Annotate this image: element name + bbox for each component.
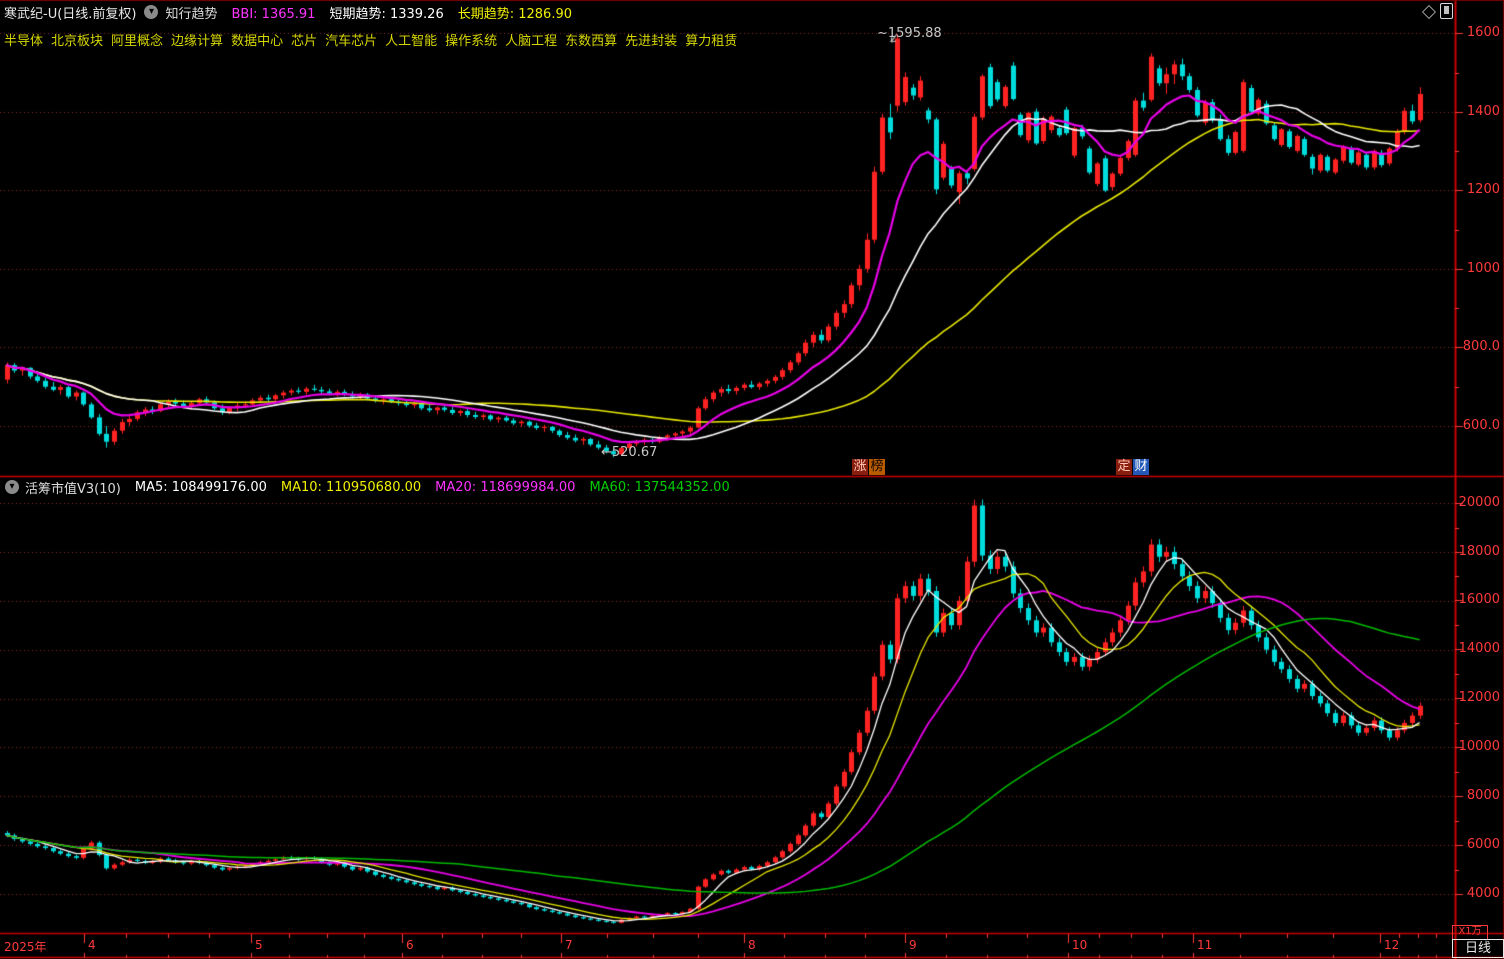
value-axis-label: 14000 — [1458, 641, 1500, 656]
sector-tag[interactable]: 北京板块 — [51, 34, 103, 49]
price-axis-label: 1600 — [1458, 25, 1500, 40]
month-label-5: 5 — [255, 938, 263, 952]
indicator-value-长期趋势: 长期趋势: 1286.90 — [458, 7, 572, 22]
sector-tag[interactable]: 人脑工程 — [505, 34, 557, 49]
value-axis-label: 6000 — [1458, 837, 1500, 852]
sector-tag[interactable]: 汽车芯片 — [325, 34, 377, 49]
month-label-12: 12 — [1384, 938, 1399, 952]
panel2-indicator-name: 活筹市值V3(10) — [25, 478, 121, 497]
sector-tag[interactable]: 半导体 — [4, 34, 43, 49]
price-axis-label: 800.0 — [1458, 339, 1500, 354]
price-axis-label: 1200 — [1458, 182, 1500, 197]
month-label-8: 8 — [748, 938, 756, 952]
unit-label: X1万 — [1452, 925, 1488, 940]
sector-tag[interactable]: 芯片 — [291, 34, 317, 49]
month-label-11: 11 — [1197, 938, 1212, 952]
value-axis-label: 12000 — [1458, 690, 1500, 705]
collapse-indicator-icon[interactable]: ▾ — [144, 5, 158, 19]
quick-button-char: 涨 — [852, 459, 868, 475]
sector-tag[interactable]: 操作系统 — [445, 34, 497, 49]
sector-tags-row: 半导体北京板块阿里概念边缘计算数据中心芯片汽车芯片人工智能操作系统人脑工程东数西… — [4, 30, 745, 49]
indicator-value-BBI: BBI: 1365.91 — [232, 7, 316, 22]
ma-value-MA10: MA10: 110950680.00 — [281, 480, 421, 495]
indicator-name: 知行趋势 — [165, 3, 217, 22]
high-price-annotation: ~1595.88 — [877, 26, 942, 41]
value-axis-label: 16000 — [1458, 592, 1500, 607]
collapse-panel2-icon[interactable]: ▾ — [5, 480, 19, 494]
trading-app-window: 寒武纪-U(日线.前复权) ▾ 知行趋势 BBI: 1365.91 短期趋势: 1… — [0, 0, 1504, 959]
year-label: 2025年 — [4, 938, 47, 955]
value-axis-label: 20000 — [1458, 495, 1500, 510]
sector-tag[interactable]: 数据中心 — [231, 34, 283, 49]
chart-header: 寒武纪-U(日线.前复权) ▾ 知行趋势 BBI: 1365.91 短期趋势: 1… — [4, 3, 572, 21]
sector-tag[interactable]: 东数西算 — [565, 34, 617, 49]
quick-button-0[interactable]: 涨榜 — [852, 459, 886, 475]
quick-button-char: 定 — [1116, 459, 1132, 475]
sector-tag[interactable]: 算力租赁 — [685, 34, 737, 49]
sector-tag[interactable]: 人工智能 — [385, 34, 437, 49]
month-label-6: 6 — [406, 938, 414, 952]
value-axis-label: 10000 — [1458, 739, 1500, 754]
ma-value-MA20: MA20: 118699984.00 — [435, 480, 575, 495]
price-axis-label: 1400 — [1458, 104, 1500, 119]
indicator-value-短期趋势: 短期趋势: 1339.26 — [329, 7, 443, 22]
low-price-annotation: ←520.67 — [601, 445, 657, 460]
month-label-7: 7 — [565, 938, 573, 952]
month-label-9: 9 — [909, 938, 917, 952]
indicator-values: BBI: 1365.91 短期趋势: 1339.26 长期趋势: 1286.90 — [218, 3, 573, 22]
indicator-panel-header: ▾ 活筹市值V3(10) MA5: 108499176.00 MA10: 1109… — [5, 479, 730, 495]
window-panel-icon[interactable] — [1440, 3, 1453, 19]
quick-button-char: 榜 — [869, 459, 885, 475]
month-label-10: 10 — [1072, 938, 1087, 952]
value-axis-label: 18000 — [1458, 544, 1500, 559]
sector-tag[interactable]: 先进封装 — [625, 34, 677, 49]
month-label-4: 4 — [88, 938, 96, 952]
value-axis-label: 8000 — [1458, 788, 1500, 803]
sector-tag[interactable]: 边缘计算 — [171, 34, 223, 49]
quick-button-char: 财 — [1133, 459, 1149, 475]
ma-value-MA60: MA60: 137544352.00 — [589, 480, 729, 495]
sector-tag[interactable]: 阿里概念 — [111, 34, 163, 49]
panel2-ma-values: MA5: 108499176.00 MA10: 110950680.00 MA20:… — [121, 480, 730, 495]
price-axis-label: 600.0 — [1458, 418, 1500, 433]
quick-button-1[interactable]: 定财 — [1116, 459, 1150, 475]
price-axis-label: 1000 — [1458, 261, 1500, 276]
period-selector[interactable]: 日线 — [1452, 939, 1504, 958]
ma-value-MA5: MA5: 108499176.00 — [135, 480, 267, 495]
value-axis-label: 4000 — [1458, 886, 1500, 901]
stock-title: 寒武纪-U(日线.前复权) — [4, 3, 136, 22]
